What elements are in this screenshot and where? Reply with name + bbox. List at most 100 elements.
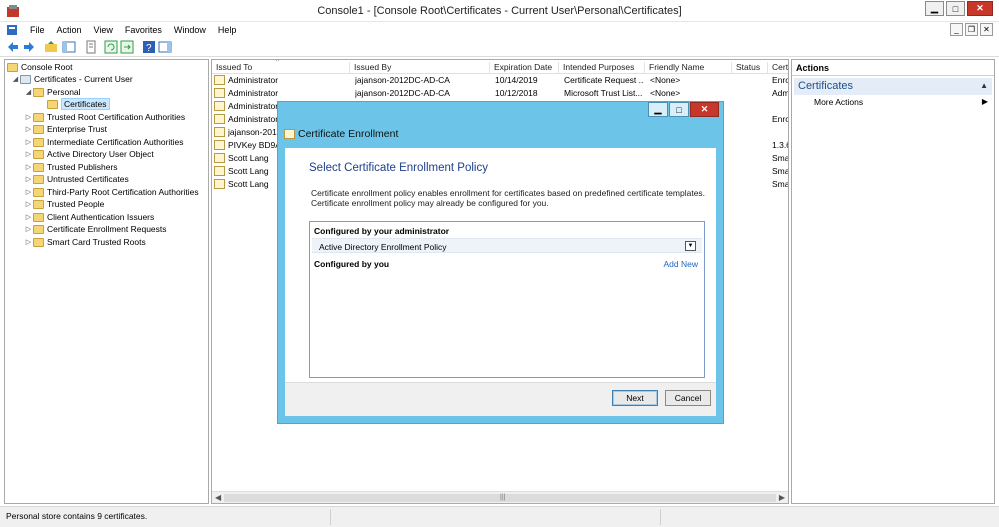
dialog-body: Select Certificate Enrollment Policy Cer… (285, 148, 716, 416)
cancel-button[interactable]: Cancel (665, 390, 711, 406)
tree-item-certificates-current-user[interactable]: ◢ Certificates - Current User (11, 73, 133, 85)
collapsed-arrow-icon[interactable]: ▷ (24, 200, 33, 208)
chevron-down-icon[interactable]: ▼ (685, 241, 696, 251)
status-text: Personal store contains 9 certificates. (6, 511, 148, 521)
collapse-up-icon[interactable]: ▲ (980, 81, 988, 90)
expanded-arrow-icon[interactable]: ◢ (11, 75, 20, 83)
policy-item-ad-enrollment[interactable]: Active Directory Enrollment Policy ▼ (312, 238, 702, 253)
menu-bar: File Action View Favorites Window Help _… (0, 22, 999, 38)
certificate-icon (284, 129, 295, 139)
table-row[interactable]: Administrator jajanson-2012DC-AD-CA 10/1… (212, 87, 788, 100)
column-expiration-date[interactable]: Expiration Date (490, 62, 559, 74)
folder-icon (33, 224, 44, 234)
dialog-minimize-button[interactable]: ▁ (648, 102, 668, 117)
expanded-arrow-icon[interactable]: ◢ (24, 88, 33, 96)
column-intended-purposes[interactable]: Intended Purposes (559, 62, 645, 74)
tree-item-trusted-publishers[interactable]: ▷ Trusted Publishers (24, 161, 118, 173)
list-header: Issued To Issued By Expiration Date Inte… (212, 60, 788, 74)
collapsed-arrow-icon[interactable]: ▷ (24, 163, 33, 171)
child-minimize-button[interactable]: _ (950, 23, 963, 36)
tree-item-console-root[interactable]: Console Root (7, 61, 73, 73)
collapsed-arrow-icon[interactable]: ▷ (24, 113, 33, 121)
column-status[interactable]: Status (732, 62, 768, 74)
cell-purposes: Microsoft Trust List... (564, 88, 643, 98)
menu-help[interactable]: Help (212, 25, 243, 35)
tree-item-smart-card-roots[interactable]: ▷ Smart Card Trusted Roots (24, 236, 146, 248)
folder-icon (33, 112, 44, 122)
tree-item-third-party-root[interactable]: ▷ Third-Party Root Certification Authorit… (24, 186, 199, 198)
show-hide-tree-icon[interactable] (62, 40, 76, 54)
certificate-icon (214, 88, 225, 98)
column-certificate-template[interactable]: Certi (768, 62, 788, 74)
cell-purposes: Certificate Request ... (564, 75, 644, 85)
menu-window[interactable]: Window (168, 25, 212, 35)
dialog-close-button[interactable]: ✕ (690, 102, 719, 117)
properties-icon[interactable] (84, 40, 98, 54)
back-arrow-icon[interactable] (6, 40, 20, 54)
tree-item-trusted-people[interactable]: ▷ Trusted People (24, 198, 105, 210)
child-close-button[interactable]: ✕ (980, 23, 993, 36)
collapsed-arrow-icon[interactable]: ▷ (24, 138, 33, 146)
add-new-link[interactable]: Add New (664, 259, 699, 269)
collapsed-arrow-icon[interactable]: ▷ (24, 188, 33, 196)
title-bar: Console1 - [Console Root\Certificates - … (0, 0, 999, 22)
next-button[interactable]: Next (612, 390, 658, 406)
folder-icon (33, 137, 44, 147)
tree-item-enterprise-trust[interactable]: ▷ Enterprise Trust (24, 123, 107, 135)
column-issued-by[interactable]: Issued By (350, 62, 490, 74)
console-icon[interactable] (6, 24, 18, 36)
column-issued-to[interactable]: Issued To (212, 62, 350, 74)
cell-template: Sma (772, 179, 789, 189)
certificate-icon (214, 101, 225, 111)
certificate-icon (214, 114, 225, 124)
tree-item-untrusted[interactable]: ▷ Untrusted Certificates (24, 173, 129, 185)
cell-issued-to: Administrator (228, 101, 279, 111)
menu-action[interactable]: Action (51, 25, 88, 35)
refresh-icon[interactable] (104, 40, 118, 54)
tree-item-intermediate-ca[interactable]: ▷ Intermediate Certification Authorities (24, 136, 184, 148)
menu-file[interactable]: File (24, 25, 51, 35)
cell-friendly-name: <None> (650, 88, 681, 98)
collapsed-arrow-icon[interactable]: ▷ (24, 213, 33, 221)
collapsed-arrow-icon[interactable]: ▷ (24, 238, 33, 246)
scrollbar-thumb[interactable]: ||| (224, 494, 776, 502)
scroll-right-arrow-icon[interactable]: ▶ (779, 493, 785, 502)
menu-favorites[interactable]: Favorites (119, 25, 168, 35)
cell-template: Enro (772, 114, 789, 124)
scroll-left-arrow-icon[interactable]: ◀ (215, 493, 221, 502)
export-list-icon[interactable] (120, 40, 134, 54)
tree-item-enrollment-requests[interactable]: ▷ Certificate Enrollment Requests (24, 223, 167, 235)
submenu-arrow-icon[interactable]: ▶ (982, 97, 988, 106)
cell-issued-to: Administrator (228, 114, 279, 124)
cell-issued-by: jajanson-2012DC-AD-CA (355, 75, 450, 85)
maximize-button[interactable]: □ (946, 1, 965, 16)
tree-item-ad-user-object[interactable]: ▷ Active Directory User Object (24, 148, 154, 160)
collapsed-arrow-icon[interactable]: ▷ (24, 225, 33, 233)
collapsed-arrow-icon[interactable]: ▷ (24, 125, 33, 133)
help-icon[interactable]: ? (142, 40, 156, 54)
forward-arrow-icon[interactable] (22, 40, 36, 54)
child-restore-button[interactable]: ❐ (965, 23, 978, 36)
minimize-button[interactable]: ▁ (925, 1, 944, 16)
menu-view[interactable]: View (88, 25, 119, 35)
dialog-title: Certificate Enrollment (298, 128, 399, 140)
collapsed-arrow-icon[interactable]: ▷ (24, 150, 33, 158)
console-tree: Console Root ◢ Certificates - Current Us… (4, 59, 209, 504)
horizontal-scrollbar[interactable]: ◀ ||| ▶ (212, 491, 788, 503)
up-folder-icon[interactable] (44, 40, 58, 54)
enrollment-policy-list: Configured by your administrator Active … (309, 221, 705, 378)
tree-item-personal[interactable]: ◢ Personal (24, 86, 81, 98)
tree-item-trusted-root[interactable]: ▷ Trusted Root Certification Authorities (24, 111, 185, 123)
show-hide-action-pane-icon[interactable] (158, 40, 172, 54)
collapsed-arrow-icon[interactable]: ▷ (24, 175, 33, 183)
close-button[interactable]: ✕ (967, 1, 993, 16)
table-row[interactable]: Administrator jajanson-2012DC-AD-CA 10/1… (212, 74, 788, 87)
column-friendly-name[interactable]: Friendly Name (645, 62, 732, 74)
actions-section-certificates[interactable]: Certificates ▲ (794, 78, 992, 95)
dialog-maximize-button[interactable]: □ (669, 102, 689, 117)
tree-item-certificates[interactable]: Certificates (47, 98, 110, 110)
more-actions-item[interactable]: More Actions (814, 97, 863, 107)
tree-item-client-auth-issuers[interactable]: ▷ Client Authentication Issuers (24, 211, 154, 223)
actions-pane: Actions Certificates ▲ More Actions ▶ (791, 59, 995, 504)
certificate-store-icon (20, 74, 31, 84)
